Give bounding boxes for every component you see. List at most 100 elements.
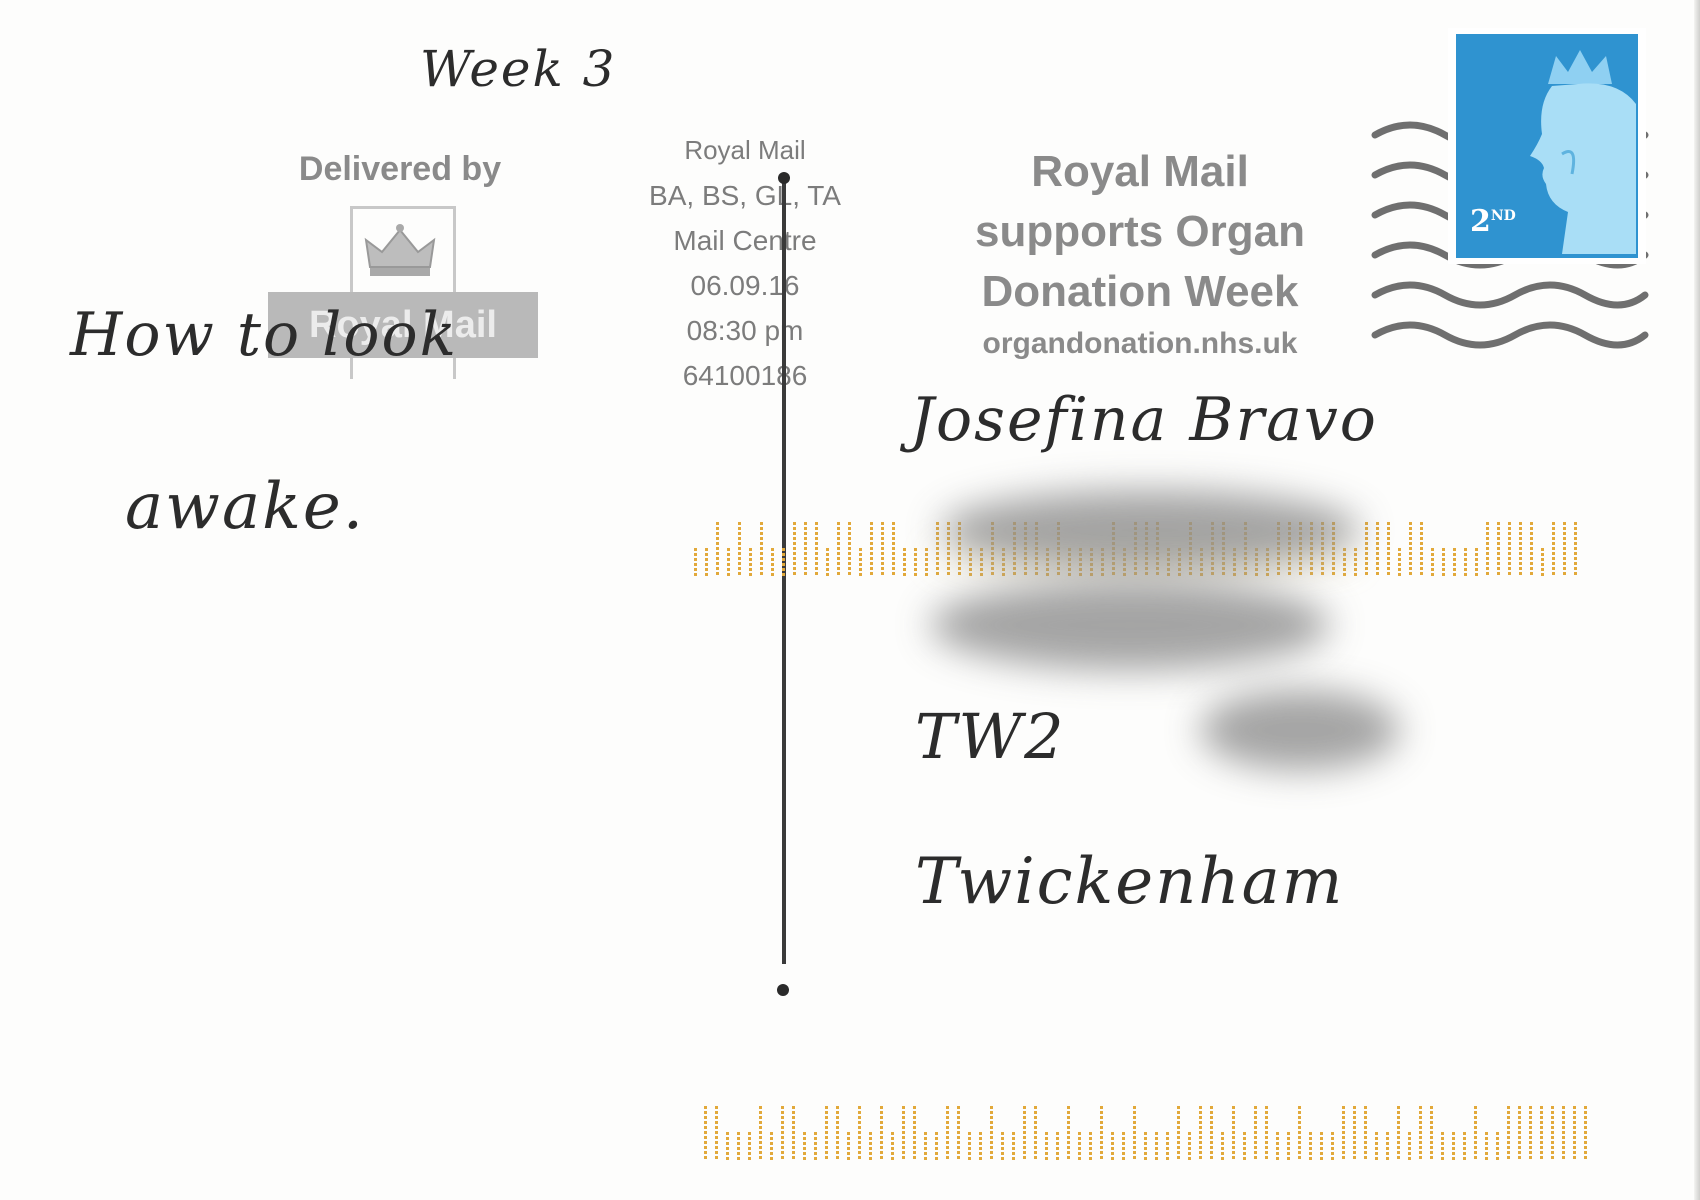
phosphor-dot <box>803 1137 806 1140</box>
phosphor-dot <box>738 532 741 535</box>
phosphor-dot <box>1519 552 1522 555</box>
phosphor-dot <box>1023 1106 1026 1109</box>
phosphor-dot <box>1507 1116 1510 1119</box>
phosphor-dot <box>814 1142 817 1145</box>
phosphor-dot <box>1540 1111 1543 1114</box>
phosphor-dot <box>815 532 818 535</box>
phosphor-dot <box>1496 1147 1499 1150</box>
phosphor-dot <box>1353 1116 1356 1119</box>
phosphor-dot <box>1529 1136 1532 1139</box>
phosphor-dot <box>792 1111 795 1114</box>
phosphor-dot <box>1397 1151 1400 1154</box>
phosphor-dot <box>737 1142 740 1145</box>
phosphor-dot <box>1177 1146 1180 1149</box>
phosphor-dot <box>1552 552 1555 555</box>
phosphor-dot <box>715 1121 718 1124</box>
phosphor-dot <box>1397 1141 1400 1144</box>
phosphor-dot <box>1386 1132 1389 1135</box>
phosphor-dot <box>1232 1106 1235 1109</box>
phosphor-dot <box>804 522 807 525</box>
phosphor-dot <box>1551 1131 1554 1134</box>
phosphor-dot <box>1376 537 1379 540</box>
phosphor-dot <box>1507 1131 1510 1134</box>
phosphor-dot <box>1398 548 1401 551</box>
phosphor-dot <box>1387 552 1390 555</box>
phosphor-dot <box>1376 547 1379 550</box>
phosphor-dot <box>1078 1142 1081 1145</box>
phosphor-dot <box>815 562 818 565</box>
phosphor-dot <box>1540 1136 1543 1139</box>
phosphor-dot <box>1100 1131 1103 1134</box>
phosphor-dot <box>891 1147 894 1150</box>
phosphor-dot <box>1365 557 1368 560</box>
phosphor-dot <box>1408 1147 1411 1150</box>
phosphor-dot <box>1034 1111 1037 1114</box>
phosphor-dot <box>804 532 807 535</box>
phosphor-dot <box>902 1136 905 1139</box>
phosphor-dot <box>1067 1106 1070 1109</box>
phosphor-dot <box>1563 552 1566 555</box>
phosphor-dot <box>924 1147 927 1150</box>
phosphor-dot <box>858 1146 861 1149</box>
phosphor-dot <box>1507 1111 1510 1114</box>
phosphor-dot <box>1397 1136 1400 1139</box>
phosphor-dot <box>1563 522 1566 525</box>
phosphor-dot <box>1530 552 1533 555</box>
phosphor-dot <box>847 1152 850 1155</box>
week-note: Week 3 <box>420 40 617 98</box>
phosphor-dot <box>1441 1132 1444 1135</box>
phosphor-dot <box>1497 542 1500 545</box>
phosphor-dot <box>715 1146 718 1149</box>
phosphor-dot <box>936 562 939 565</box>
phosphor-dot <box>1540 1106 1543 1109</box>
phosphor-dot <box>1486 567 1489 570</box>
phosphor-dot <box>1310 567 1313 570</box>
phosphor-dot <box>803 1157 806 1160</box>
phosphor-dot <box>1265 1131 1268 1134</box>
phosphor-dot <box>936 567 939 570</box>
phosphor-dot <box>1210 1131 1213 1134</box>
recipient-postcode: TW2 <box>915 700 1066 773</box>
phosphor-dot <box>1321 567 1324 570</box>
phosphor-dot <box>1298 1156 1301 1159</box>
phosphor-dot <box>1540 1146 1543 1149</box>
phosphor-dot <box>716 567 719 570</box>
phosphor-dot <box>770 1132 773 1135</box>
phosphor-dot <box>1397 1126 1400 1129</box>
phosphor-dot <box>858 1116 861 1119</box>
phosphor-dot <box>1012 1152 1015 1155</box>
phosphor-dot <box>738 537 741 540</box>
phosphor-dot <box>1496 1157 1499 1160</box>
phosphor-dot <box>1398 553 1401 556</box>
phosphor-dot <box>1045 1132 1048 1135</box>
phosphor-dot <box>1530 527 1533 530</box>
phosphor-dot <box>1254 1146 1257 1149</box>
phosphor-dot <box>815 572 818 575</box>
phosphor-dot <box>1166 1152 1169 1155</box>
phosphor-dot <box>704 1106 707 1109</box>
phosphor-dot <box>1464 573 1467 576</box>
phosphor-dot <box>836 1116 839 1119</box>
phosphor-dot <box>859 573 862 576</box>
phosphor-dot <box>1485 1157 1488 1160</box>
phosphor-dot <box>980 563 983 566</box>
phosphor-dot <box>1419 1131 1422 1134</box>
phosphor-dot <box>881 522 884 525</box>
phosphor-dot <box>836 1141 839 1144</box>
phosphor-dot <box>1574 572 1577 575</box>
phosphor-dot <box>946 1126 949 1129</box>
phosphor-dot <box>1563 557 1566 560</box>
phosphor-dot <box>869 1157 872 1160</box>
phosphor-dot <box>1452 1147 1455 1150</box>
phosphor-dot <box>991 562 994 565</box>
phosphor-dot <box>1089 1142 1092 1145</box>
phosphor-dot <box>716 527 719 530</box>
recipient-town: Twickenham <box>915 845 1345 919</box>
phosphor-dot <box>1067 1126 1070 1129</box>
phosphor-dot <box>1574 542 1577 545</box>
phosphor-dot <box>1551 1136 1554 1139</box>
phosphor-dot <box>826 548 829 551</box>
phosphor-dot <box>815 537 818 540</box>
phosphor-dot <box>1420 527 1423 530</box>
phosphor-dot <box>858 1156 861 1159</box>
